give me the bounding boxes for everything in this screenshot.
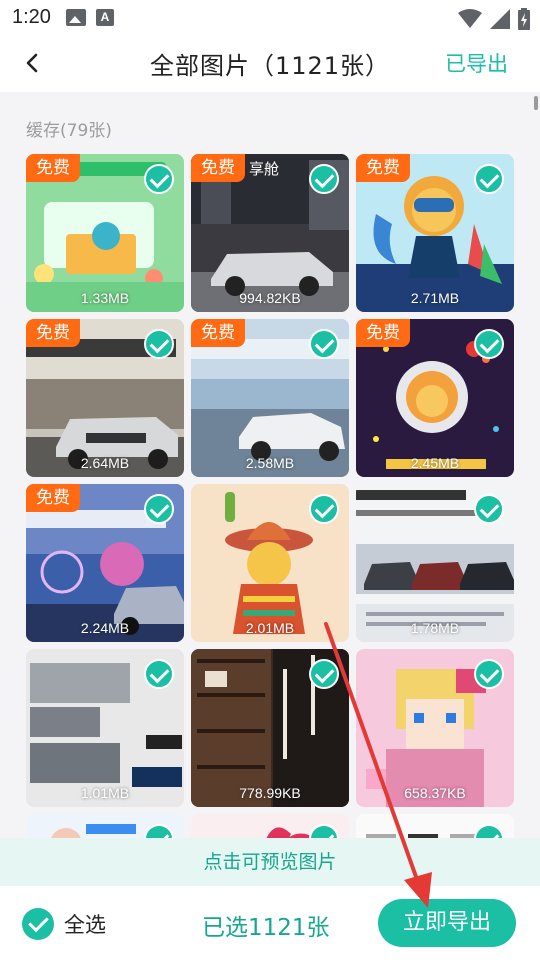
- free-badge: 免费: [26, 154, 80, 182]
- bottom-action-bar: 全选 已选1121张 立即导出: [0, 886, 540, 960]
- image-tile[interactable]: 免费 2.24MB: [26, 484, 184, 642]
- select-all-toggle[interactable]: 全选: [22, 908, 106, 940]
- image-tile[interactable]: 658.37KB: [356, 649, 514, 807]
- notification-icons: A: [66, 9, 114, 26]
- image-list-area[interactable]: 缓存(79张) 免费 1.33MB 免费 享舱 994.82KB 免费 2.71…: [0, 92, 540, 960]
- selected-checkmark-icon[interactable]: [309, 494, 339, 524]
- exported-link[interactable]: 已导出: [445, 48, 508, 78]
- image-tile[interactable]: 免费 2.45MB: [356, 319, 514, 477]
- selected-checkmark-icon[interactable]: [474, 659, 504, 689]
- system-icons: [458, 8, 530, 30]
- image-notification-icon: [66, 9, 86, 26]
- section-title: 缓存(79张): [26, 121, 112, 141]
- export-now-button[interactable]: 立即导出: [378, 899, 516, 947]
- file-size: 1.01MB: [80, 785, 130, 801]
- selected-checkmark-icon[interactable]: [309, 329, 339, 359]
- text-notification-icon: A: [96, 9, 114, 26]
- select-all-label: 全选: [64, 913, 106, 937]
- file-size: 658.37KB: [404, 785, 466, 801]
- file-size: 2.58MB: [245, 455, 295, 471]
- image-tile[interactable]: 778.99KB: [191, 649, 349, 807]
- free-badge: 免费: [191, 154, 245, 182]
- image-tile[interactable]: 1.01MB: [26, 649, 184, 807]
- selected-checkmark-icon[interactable]: [144, 659, 174, 689]
- file-size: 1.78MB: [410, 620, 460, 636]
- free-badge: 免费: [26, 484, 80, 512]
- selected-checkmark-icon[interactable]: [144, 329, 174, 359]
- image-tile[interactable]: 免费 2.58MB: [191, 319, 349, 477]
- free-badge: 免费: [191, 319, 245, 347]
- free-badge: 免费: [26, 319, 80, 347]
- selected-checkmark-icon[interactable]: [309, 164, 339, 194]
- free-badge: 免费: [356, 319, 410, 347]
- signal-icon: [490, 9, 510, 29]
- free-badge: 免费: [356, 154, 410, 182]
- app-header: 全部图片（1121张） 已导出: [0, 36, 540, 92]
- file-size: 2.45MB: [410, 455, 460, 471]
- image-tile[interactable]: 2.01MB: [191, 484, 349, 642]
- status-time: 1:20: [12, 6, 51, 28]
- file-size: 2.01MB: [245, 620, 295, 636]
- status-bar: 1:20 A: [0, 0, 540, 36]
- file-size: 1.33MB: [80, 290, 130, 306]
- image-tile[interactable]: 免费 2.71MB: [356, 154, 514, 312]
- file-size: 2.24MB: [80, 620, 130, 636]
- select-all-check-icon[interactable]: [22, 908, 54, 940]
- wifi-icon: [458, 9, 482, 28]
- selected-checkmark-icon[interactable]: [474, 329, 504, 359]
- battery-charging-icon: [518, 8, 530, 30]
- image-tile[interactable]: 免费 享舱 994.82KB: [191, 154, 349, 312]
- scroll-indicator[interactable]: [534, 96, 538, 110]
- file-size: 994.82KB: [239, 290, 301, 306]
- image-tile[interactable]: 1.78MB: [356, 484, 514, 642]
- file-size: 778.99KB: [239, 785, 301, 801]
- selected-checkmark-icon[interactable]: [144, 494, 174, 524]
- image-tile[interactable]: 免费 1.33MB: [26, 154, 184, 312]
- image-tile[interactable]: 免费 2.64MB: [26, 319, 184, 477]
- file-size: 2.64MB: [80, 455, 130, 471]
- selected-checkmark-icon[interactable]: [474, 494, 504, 524]
- file-size: 2.71MB: [410, 290, 460, 306]
- tile-caption: 享舱: [249, 160, 280, 178]
- selected-checkmark-icon[interactable]: [309, 659, 339, 689]
- selected-count: 已选1121张: [202, 915, 330, 941]
- selected-checkmark-icon[interactable]: [474, 164, 504, 194]
- selected-checkmark-icon[interactable]: [144, 164, 174, 194]
- preview-hint-bar[interactable]: 点击可预览图片: [0, 838, 540, 886]
